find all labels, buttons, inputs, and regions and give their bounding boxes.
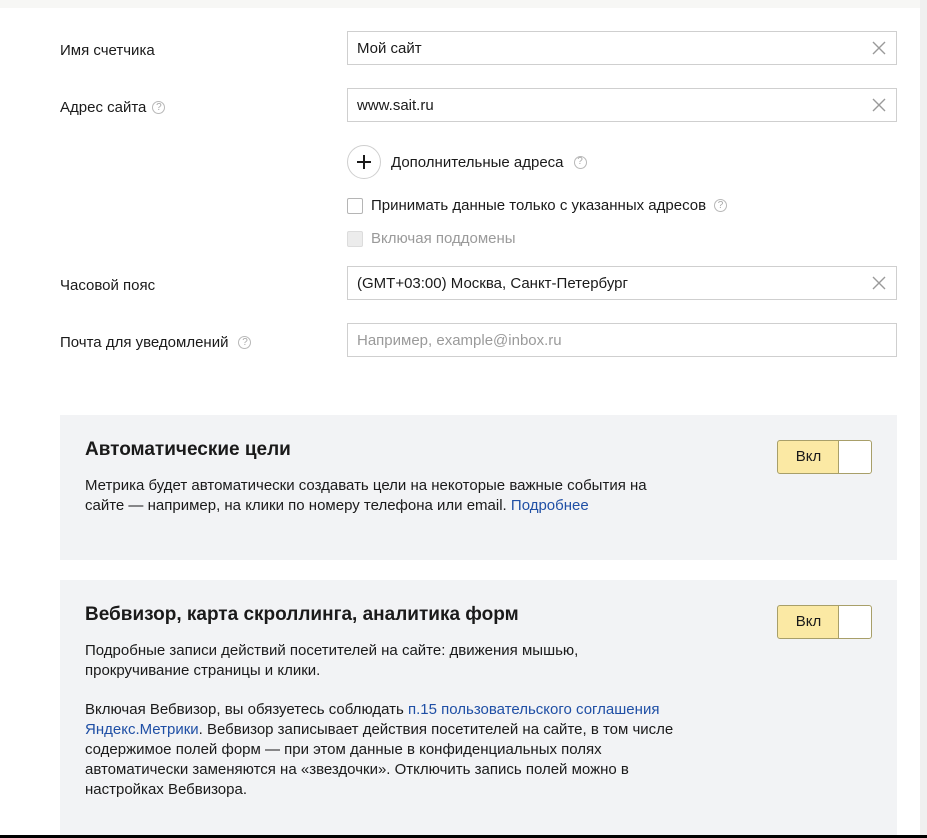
additional-addresses-row: Дополнительные адреса ?: [347, 145, 587, 179]
user-agreement-link-cont[interactable]: Яндекс.Метрики: [85, 721, 199, 738]
counter-name-label-text: Имя счетчика: [60, 42, 155, 59]
only-listed-addresses-checkbox-row[interactable]: Принимать данные только с указанных адре…: [347, 197, 728, 214]
webvisor-notice: Включая Вебвизор, вы обязуетесь соблюдат…: [85, 700, 673, 800]
clear-icon[interactable]: [872, 41, 886, 55]
counter-name-input[interactable]: Мой сайт: [347, 31, 897, 65]
include-subdomains-label: Включая поддомены: [371, 230, 516, 247]
toggle-knob: [838, 441, 871, 473]
timezone-label-text: Часовой пояс: [60, 277, 156, 294]
scrollbar-track[interactable]: [920, 0, 927, 838]
notify-email-label: Почта для уведомлений ?: [60, 334, 252, 351]
auto-goals-toggle-label: Вкл: [795, 448, 822, 465]
notify-email-input[interactable]: Например, example@inbox.ru: [347, 323, 897, 357]
notify-email-label-text: Почта для уведомлений: [60, 334, 229, 351]
webvisor-notice-part1: Включая Вебвизор, вы обязуетесь соблюдат…: [85, 701, 404, 718]
plus-icon: [357, 155, 371, 169]
auto-goals-more-link[interactable]: Подробнее: [511, 497, 589, 514]
auto-goals-description: Метрика будет автоматически создавать це…: [85, 476, 647, 516]
toggle-knob: [838, 606, 871, 638]
include-subdomains-checkbox: [347, 230, 363, 247]
notify-email-placeholder: Например, example@inbox.ru: [357, 332, 562, 349]
webvisor-description: Подробные записи действий посетителей на…: [85, 641, 578, 681]
webvisor-toggle[interactable]: Вкл: [777, 605, 872, 639]
site-address-value: www.sait.ru: [357, 97, 434, 114]
clear-icon[interactable]: [872, 98, 886, 112]
auto-goals-desc-line1: Метрика будет автоматически создавать це…: [85, 477, 647, 494]
help-icon[interactable]: ?: [238, 336, 252, 349]
only-listed-addresses-label: Принимать данные только с указанных адре…: [371, 197, 707, 214]
only-listed-addresses-checkbox[interactable]: [347, 197, 363, 214]
auto-goals-title: Автоматические цели: [85, 439, 291, 460]
webvisor-desc-line1: Подробные записи действий посетителей на…: [85, 642, 579, 659]
counter-name-label: Имя счетчика: [60, 42, 155, 59]
include-subdomains-checkbox-row: Включая поддомены: [347, 230, 516, 247]
user-agreement-link[interactable]: п.15 пользовательского соглашения: [408, 701, 659, 718]
additional-addresses-label: Дополнительные адреса: [391, 153, 564, 171]
webvisor-notice-line4: автоматически заменяются на «звездочки».…: [85, 761, 629, 778]
webvisor-desc-line2: прокручивание страницы и клики.: [85, 662, 321, 679]
help-icon[interactable]: ?: [152, 101, 166, 114]
add-address-button[interactable]: [347, 145, 381, 179]
webvisor-title: Вебвизор, карта скроллинга, аналитика фо…: [85, 604, 519, 625]
auto-goals-toggle[interactable]: Вкл: [777, 440, 872, 474]
timezone-value: (GMT+03:00) Москва, Санкт-Петербург: [357, 275, 628, 292]
help-icon[interactable]: ?: [573, 155, 587, 169]
webvisor-notice-line3: содержимое полей форм — при этом данные …: [85, 741, 602, 758]
webvisor-notice-part2: . Вебвизор записывает действия посетител…: [198, 721, 674, 738]
timezone-label: Часовой пояс: [60, 277, 155, 294]
webvisor-notice-line5: настройках Вебвизора.: [85, 781, 247, 798]
webvisor-toggle-label: Вкл: [795, 613, 822, 630]
auto-goals-desc-line2: сайте — например, на клики по номеру тел…: [85, 497, 507, 514]
webvisor-panel: Вебвизор, карта скроллинга, аналитика фо…: [60, 580, 897, 835]
site-address-label: Адрес сайта ?: [60, 99, 166, 116]
top-strip: [0, 0, 927, 8]
clear-icon[interactable]: [872, 276, 886, 290]
site-address-label-text: Адрес сайта: [60, 99, 147, 116]
timezone-select[interactable]: (GMT+03:00) Москва, Санкт-Петербург: [347, 266, 897, 300]
site-address-input[interactable]: www.sait.ru: [347, 88, 897, 122]
auto-goals-panel: Автоматические цели Метрика будет автома…: [60, 415, 897, 560]
help-icon[interactable]: ?: [714, 199, 728, 212]
counter-name-value: Мой сайт: [357, 40, 422, 57]
